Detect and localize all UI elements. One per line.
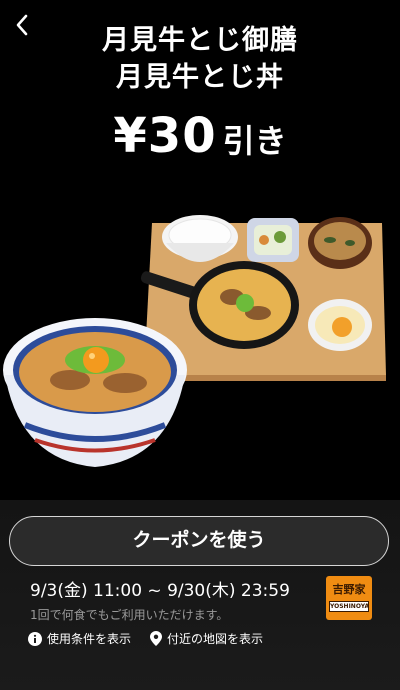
- info-icon: [28, 631, 42, 646]
- coupon-panel: クーポンを使う 9/3(金) 11:00 ~ 9/30(木) 23:59 1回で…: [0, 500, 400, 690]
- food-photo: [3, 215, 386, 467]
- map-pin-icon: [150, 631, 162, 646]
- title-line-2: 月見牛とじ丼: [116, 62, 284, 93]
- terms-link-label: 使用条件を表示: [47, 632, 132, 646]
- map-link-label: 付近の地図を表示: [167, 632, 264, 646]
- terms-link[interactable]: 使用条件を表示: [28, 630, 131, 647]
- logo-text: 吉野家: [332, 583, 366, 596]
- yoshinoya-logo: 吉野家 YOSHINOYA: [326, 576, 372, 620]
- use-coupon-button[interactable]: クーポンを使う: [9, 516, 389, 566]
- valid-period: 9/3(金) 11:00 ~ 9/30(木) 23:59: [30, 581, 290, 601]
- discount-suffix: 引き: [222, 122, 287, 160]
- discount-label: ¥30 引き: [0, 108, 400, 164]
- discount-amount: ¥30: [113, 108, 217, 164]
- usage-note: 1回で何食でもご利用いただけます。: [30, 608, 229, 622]
- title-line-1: 月見牛とじ御膳: [102, 25, 298, 56]
- logo-subtext: YOSHINOYA: [329, 601, 370, 612]
- map-link[interactable]: 付近の地図を表示: [150, 630, 263, 647]
